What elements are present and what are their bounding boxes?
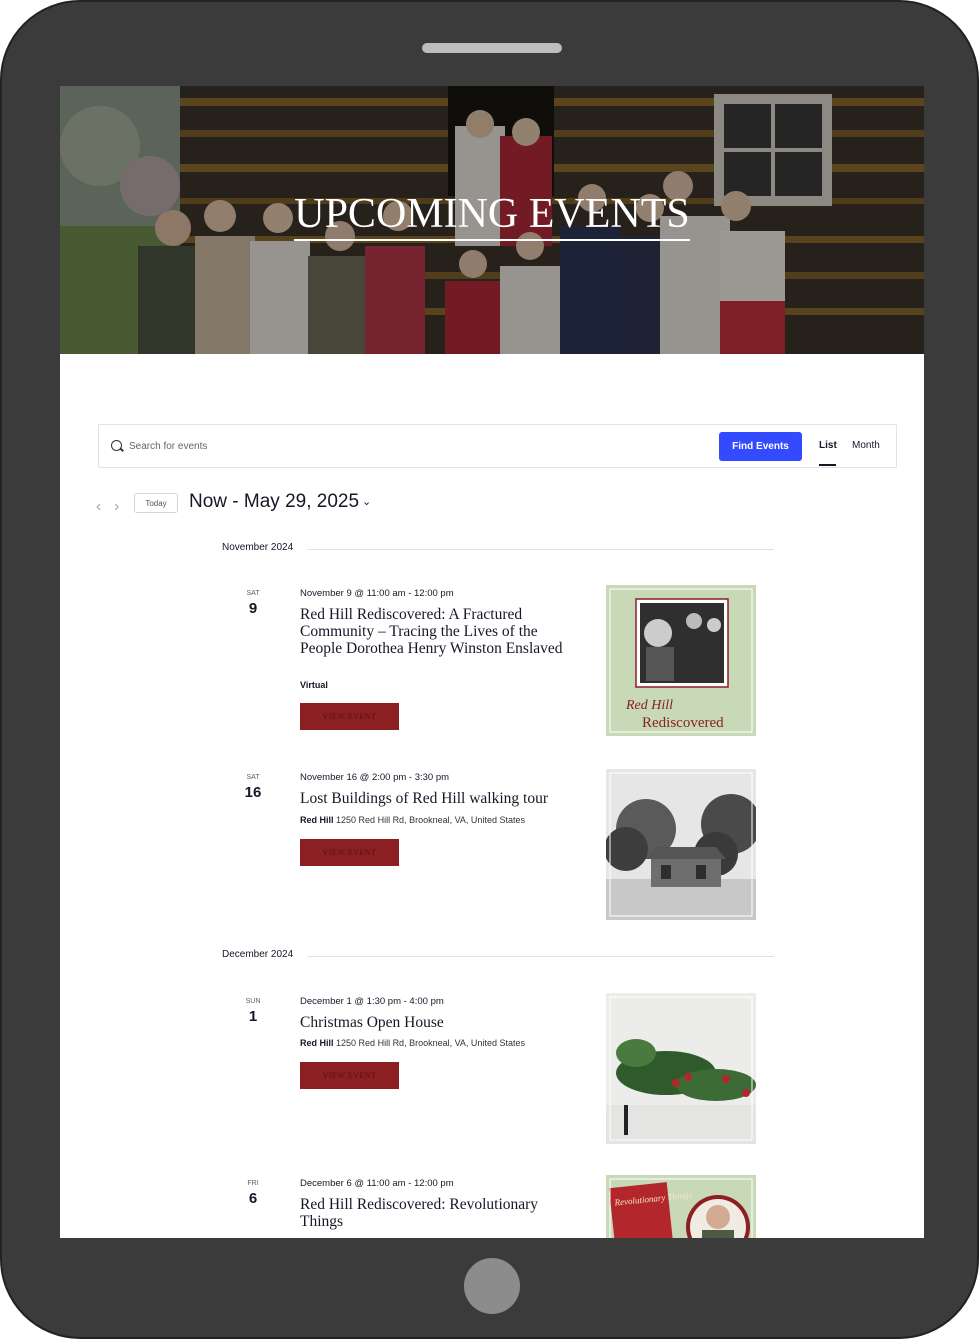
find-events-button[interactable]: Find Events <box>719 432 802 461</box>
event-item: FRI 6 December 6 @ 11:00 am - 12:00 pm R… <box>60 1175 924 1238</box>
holiday-greenery-photo <box>606 993 756 1144</box>
event-item: SAT 9 November 9 @ 11:00 am - 12:00 pm R… <box>60 585 924 745</box>
hero-banner: UPCOMING EVENTS <box>60 86 924 354</box>
view-event-button[interactable]: VIEW EVENT <box>300 839 399 866</box>
tablet-speaker <box>422 43 562 53</box>
event-venue-name: Red Hill <box>300 1038 334 1048</box>
tablet-home-button[interactable] <box>464 1258 520 1314</box>
date-range-picker[interactable]: Now - May 29, 2025 ⌄ <box>189 491 371 513</box>
red-hill-rediscovered-graphic: Red Hill Rediscovered <box>606 585 756 736</box>
date-range-label: Now - May 29, 2025 <box>189 491 360 512</box>
revolutionary-things-graphic: Revolutionary Things <box>606 1175 756 1238</box>
month-separator: November 2024 <box>222 542 774 556</box>
event-venue-name: Virtual <box>300 680 328 690</box>
event-venue: Red Hill 1250 Red Hill Rd, Brookneal, VA… <box>300 815 525 825</box>
event-datetime: December 6 @ 11:00 am - 12:00 pm <box>300 1178 454 1189</box>
event-image[interactable]: Red Hill Rediscovered <box>606 585 756 736</box>
event-weekday: FRI <box>247 1180 259 1187</box>
previous-arrow-icon[interactable]: ‹ <box>96 498 101 516</box>
month-label: November 2024 <box>222 542 308 553</box>
event-day: 1 <box>248 1008 258 1025</box>
event-datetime: December 1 @ 1:30 pm - 4:00 pm <box>300 996 444 1007</box>
search-icon <box>111 440 122 451</box>
next-arrow-icon[interactable]: › <box>114 498 119 516</box>
event-image[interactable] <box>606 769 756 920</box>
event-weekday: SUN <box>245 998 261 1005</box>
event-title-link[interactable]: Red Hill Rediscovered: A Fractured Commu… <box>300 606 580 674</box>
tablet-frame: UPCOMING EVENTS Find Events List Month ‹… <box>0 0 979 1339</box>
view-tab-list[interactable]: List <box>819 440 837 451</box>
event-datetime: November 16 @ 2:00 pm - 3:30 pm <box>300 772 450 783</box>
event-datetime: November 9 @ 11:00 am - 12:00 pm <box>300 588 454 599</box>
page-title-text: UPCOMING EVENTS <box>294 191 690 241</box>
search-input[interactable] <box>127 435 671 457</box>
event-image[interactable] <box>606 993 756 1144</box>
event-day: 6 <box>248 1190 258 1207</box>
chevron-down-icon: ⌄ <box>362 496 372 508</box>
event-day: 9 <box>248 600 258 617</box>
event-venue-address: 1250 Red Hill Rd, Brookneal, VA, United … <box>336 815 525 825</box>
event-title-link[interactable]: Red Hill Rediscovered: Revolutionary Thi… <box>300 1196 580 1230</box>
event-item: SUN 1 December 1 @ 1:30 pm - 4:00 pm Chr… <box>60 993 924 1153</box>
event-weekday: SAT <box>246 590 260 597</box>
event-title-link[interactable]: Lost Buildings of Red Hill walking tour <box>300 790 600 807</box>
events-search-bar: Find Events List Month <box>98 424 897 468</box>
view-event-button[interactable]: VIEW EVENT <box>300 703 399 730</box>
active-view-indicator <box>819 464 836 466</box>
view-event-button[interactable]: VIEW EVENT <box>300 1062 399 1089</box>
graphic-caption-text: Rediscovered <box>642 715 724 731</box>
graphic-script-text: Red Hill <box>625 698 673 713</box>
page-title: UPCOMING EVENTS <box>60 190 924 241</box>
month-label: December 2024 <box>222 949 308 960</box>
event-weekday: SAT <box>246 774 260 781</box>
event-venue: Red Hill 1250 Red Hill Rd, Brookneal, VA… <box>300 1038 525 1048</box>
event-venue-name: Red Hill <box>300 815 334 825</box>
event-venue-address: 1250 Red Hill Rd, Brookneal, VA, United … <box>336 1038 525 1048</box>
today-button[interactable]: Today <box>134 493 178 513</box>
event-title-link[interactable]: Christmas Open House <box>300 1014 580 1031</box>
event-day: 16 <box>244 784 262 801</box>
browser-viewport: UPCOMING EVENTS Find Events List Month ‹… <box>60 86 924 1238</box>
event-image[interactable]: Revolutionary Things <box>606 1175 756 1238</box>
event-item: SAT 16 November 16 @ 2:00 pm - 3:30 pm L… <box>60 769 924 929</box>
historic-house-photo <box>606 769 756 920</box>
event-venue: Virtual <box>300 680 328 690</box>
month-separator: December 2024 <box>222 949 774 963</box>
view-tab-month[interactable]: Month <box>852 440 880 451</box>
